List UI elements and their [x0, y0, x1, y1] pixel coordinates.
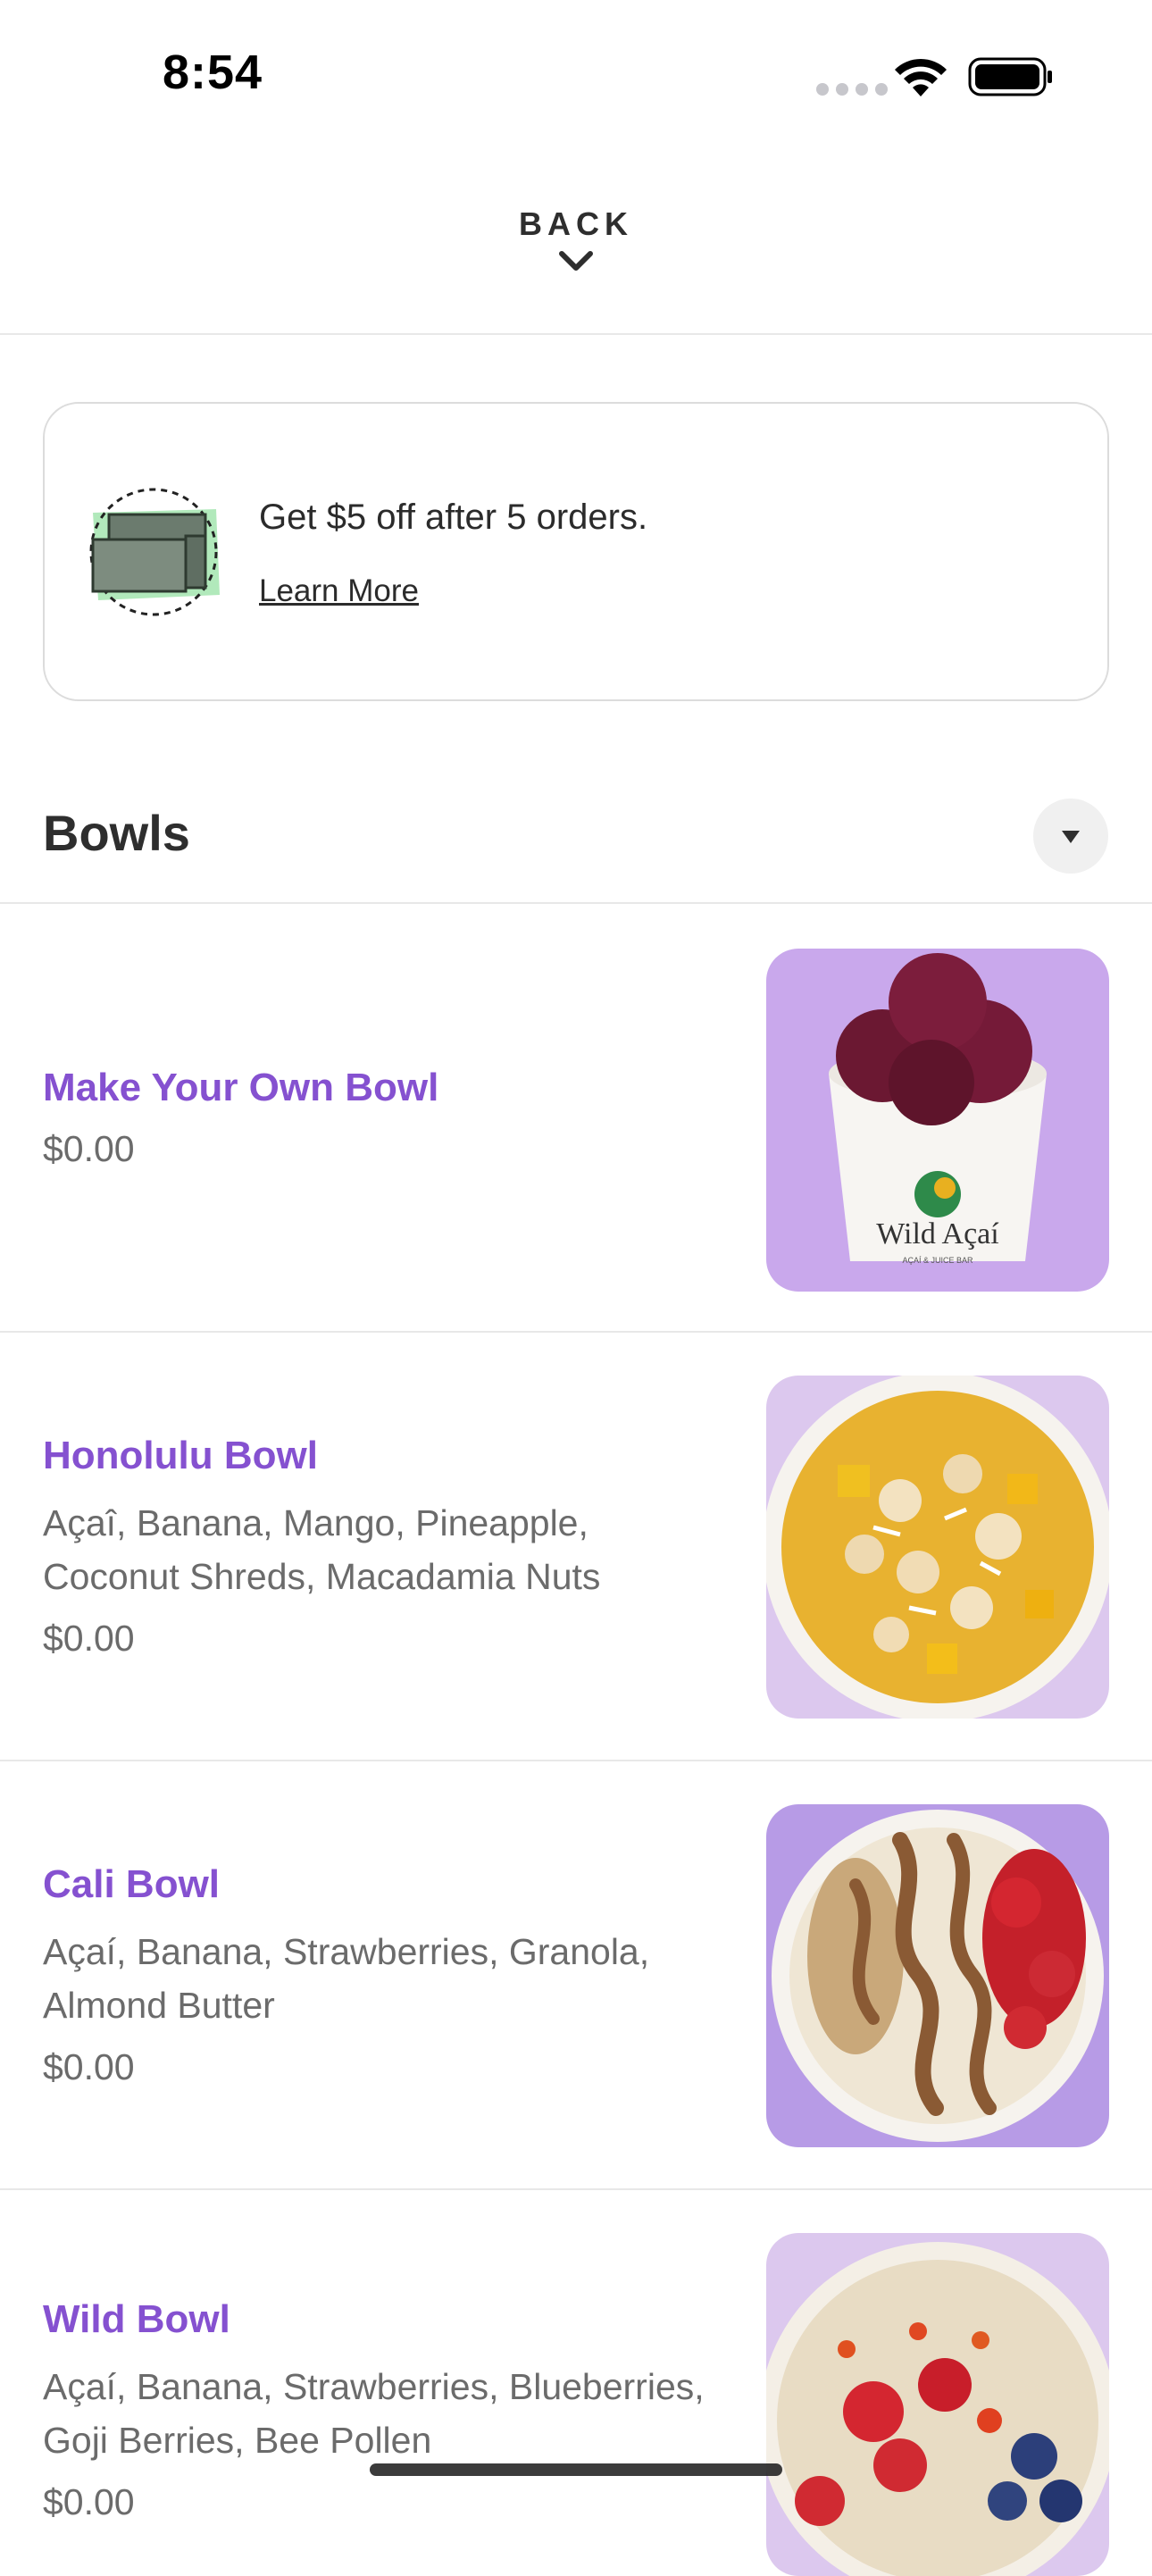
- item-description: Açaî, Banana, Mango, Pineapple, Coconut …: [43, 1501, 601, 1597]
- item-image: [766, 1376, 1109, 1719]
- section-header: Bowls: [0, 768, 1152, 904]
- learn-more-link[interactable]: Learn More: [259, 573, 419, 609]
- item-info: Cali Bowl Açaí, Banana, Strawberries, Gr…: [43, 1761, 722, 2188]
- status-bar: 8:54: [0, 0, 1152, 152]
- wifi-icon: [895, 58, 947, 96]
- triangle-down-icon: [1062, 831, 1080, 843]
- item-image: [766, 1804, 1109, 2147]
- cellular-signal-icon: [816, 83, 888, 96]
- back-label: BACK: [519, 205, 633, 242]
- item-image: [766, 2233, 1109, 2576]
- item-description: Açaí, Banana, Strawberries, Blueberries,…: [43, 2366, 705, 2461]
- item-price: $0.00: [43, 2045, 135, 2087]
- menu-item-honolulu-bowl[interactable]: Honolulu Bowl Açaî, Banana, Mango, Pinea…: [0, 1333, 1152, 1761]
- battery-icon: [968, 57, 1052, 96]
- item-name: Cali Bowl: [43, 1861, 221, 1906]
- home-indicator: [370, 2463, 782, 2476]
- item-price: $0.00: [43, 1617, 135, 1659]
- rewards-card: Get $5 off after 5 orders. Learn More: [43, 402, 1109, 701]
- chevron-down-icon: [559, 251, 593, 271]
- item-price: $0.00: [43, 2481, 135, 2522]
- status-time: 8:54: [163, 46, 263, 99]
- menu-item-cali-bowl[interactable]: Cali Bowl Açaí, Banana, Strawberries, Gr…: [0, 1761, 1152, 2190]
- item-name: Honolulu Bowl: [43, 1433, 318, 1477]
- item-name: Make Your Own Bowl: [43, 1065, 439, 1109]
- section-title: Bowls: [43, 805, 190, 861]
- item-info: Make Your Own Bowl $0.00: [43, 904, 722, 1331]
- rewards-box-icon: [89, 488, 220, 616]
- item-image: Wild Açaí AÇAÍ & JUICE BAR: [766, 949, 1109, 1292]
- modal-header: BACK: [0, 152, 1152, 335]
- back-button[interactable]: BACK: [487, 205, 665, 304]
- item-info: Wild Bowl Açaí, Banana, Strawberries, Bl…: [43, 2190, 722, 2565]
- menu-item-wild-bowl[interactable]: Wild Bowl Açaí, Banana, Strawberries, Bl…: [0, 2190, 1152, 2576]
- rewards-text: Get $5 off after 5 orders.: [259, 498, 648, 537]
- cup-brand-sub: AÇAÍ & JUICE BAR: [902, 1256, 973, 1265]
- item-price: $0.00: [43, 1127, 135, 1169]
- menu-item-make-your-own-bowl[interactable]: Make Your Own Bowl $0.00 Wild Açaí AÇAÍ …: [0, 904, 1152, 1333]
- item-info: Honolulu Bowl Açaî, Banana, Mango, Pinea…: [43, 1333, 722, 1760]
- item-description: Açaí, Banana, Strawberries, Granola, Alm…: [43, 1930, 650, 2026]
- item-name: Wild Bowl: [43, 2297, 230, 2341]
- cup-brand-label: Wild Açaí: [876, 1217, 999, 1250]
- collapse-section-button[interactable]: [1033, 799, 1108, 874]
